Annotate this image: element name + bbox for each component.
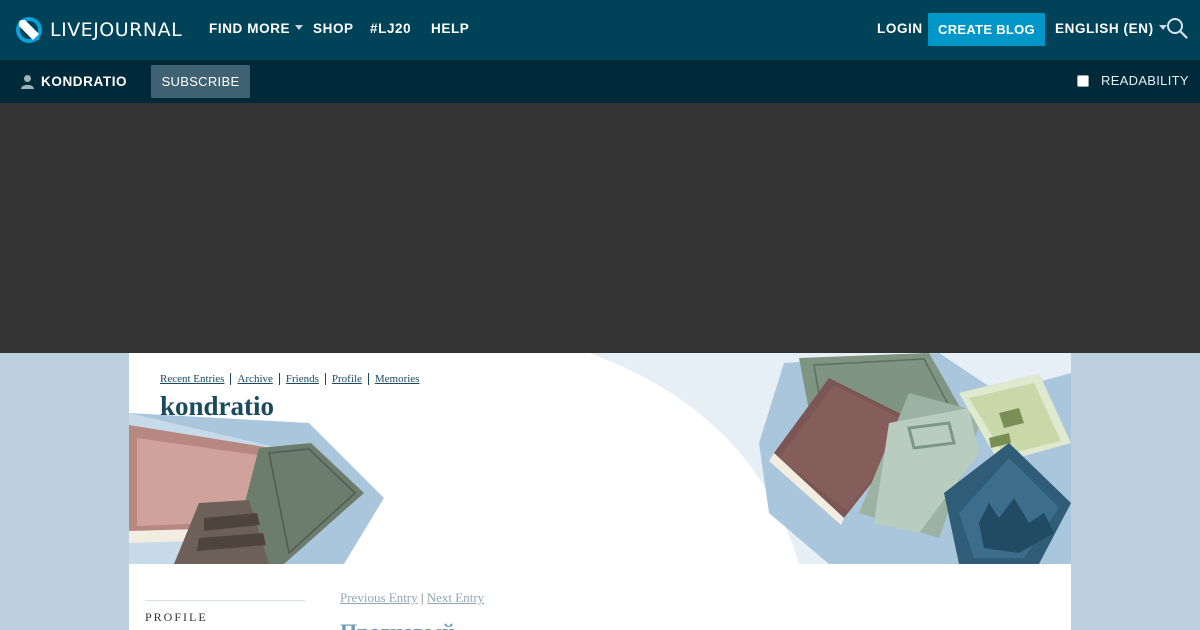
livejournal-pencil-logo-icon [16, 17, 42, 43]
sidebar-divider [145, 600, 305, 602]
nav-separator [367, 373, 369, 385]
previous-entry-link[interactable]: Previous Entry [340, 590, 418, 605]
brand-name: LIVEJOURNAL [50, 19, 183, 41]
nav-separator [278, 373, 280, 385]
next-entry-link[interactable]: Next Entry [427, 590, 484, 605]
find-more-label: FIND MORE [209, 21, 291, 36]
advertisement-area [0, 103, 1200, 353]
readability-checkbox[interactable] [1077, 74, 1089, 87]
friends-link[interactable]: Friends [286, 373, 319, 385]
subscribe-button[interactable]: SUBSCRIBE [151, 65, 250, 98]
nav-separator [324, 373, 326, 385]
profile-link[interactable]: Profile [332, 373, 362, 385]
search-icon[interactable] [1166, 17, 1188, 39]
recent-entries-link[interactable]: Recent Entries [160, 373, 224, 385]
entry-nav-separator: | [420, 590, 424, 605]
livejournal-logo[interactable]: LIVEJOURNAL [15, 15, 182, 45]
help-link[interactable]: HELP [431, 21, 469, 36]
journal-navigation: Recent Entries Archive Friends Profile M… [160, 373, 419, 385]
journal-title[interactable]: kondratio [160, 391, 274, 422]
readability-toggle[interactable]: READABILITY [1077, 73, 1189, 88]
chevron-down-icon [295, 24, 304, 30]
language-selector[interactable]: ENGLISH (EN) [1055, 21, 1167, 36]
journal-page: Recent Entries Archive Friends Profile M… [129, 353, 1071, 630]
nav-separator [230, 373, 232, 385]
login-link[interactable]: LOGIN [877, 21, 923, 36]
language-label: ENGLISH (EN) [1055, 21, 1154, 36]
user-icon [21, 75, 34, 89]
readability-label: READABILITY [1101, 73, 1189, 88]
journal-user-link[interactable]: KONDRATIO [20, 74, 127, 89]
archive-link[interactable]: Archive [237, 373, 272, 385]
username-label: KONDRATIO [41, 74, 128, 89]
create-blog-button[interactable]: CREATE BLOG [928, 13, 1045, 46]
memories-link[interactable]: Memories [375, 373, 420, 385]
journal-toolbar: KONDRATIO SUBSCRIBE READABILITY [0, 60, 1200, 103]
sidebar-profile-heading: PROFILE [145, 610, 208, 624]
entry-title: Предновый [340, 619, 455, 630]
find-more-menu[interactable]: FIND MORE [209, 21, 304, 36]
top-navigation-bar: LIVEJOURNAL FIND MORE SHOP #LJ20 HELP LO… [0, 0, 1200, 60]
entry-navigation: Previous Entry | Next Entry [340, 590, 484, 606]
lj20-link[interactable]: #LJ20 [370, 21, 411, 36]
shop-link[interactable]: SHOP [313, 21, 354, 36]
